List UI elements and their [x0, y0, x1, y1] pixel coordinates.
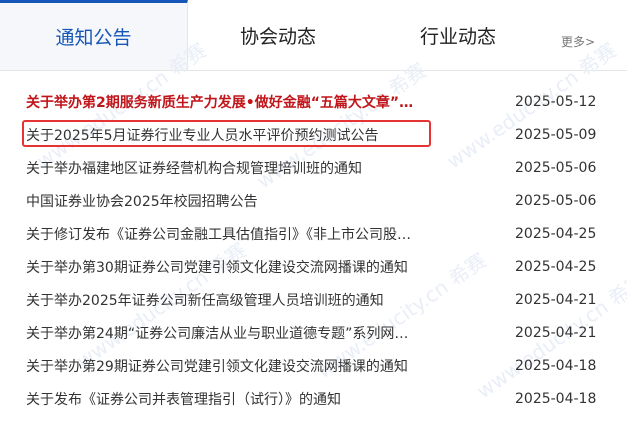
tab-bar: 通知公告 协会动态 行业动态 更多> [0, 0, 627, 71]
list-item: 关于修订发布《证券公司金融工具估值指引》《非上市公司股… 2025-04-25 [0, 216, 627, 252]
list-item: 关于举办第30期证券公司党建引领文化建设交流网播课的通知 2025-04-25 [0, 249, 627, 285]
notice-date: 2025-05-06 [515, 160, 597, 176]
list-item: 中国证券业协会2025年校园招聘公告 2025-05-06 [0, 183, 627, 219]
more-link[interactable]: 更多> [561, 33, 595, 50]
list-item: 关于举办第24期“证券公司廉洁从业与职业道德专题”系列网… 2025-04-21 [0, 315, 627, 351]
notice-title[interactable]: 关于举办2025年证券公司新任高级管理人员培训班的通知 [26, 290, 466, 310]
notice-date: 2025-04-25 [515, 259, 597, 275]
notice-date: 2025-05-06 [515, 193, 597, 209]
list-item: 关于举办2025年证券公司新任高级管理人员培训班的通知 2025-04-21 [0, 282, 627, 318]
notice-title[interactable]: 关于举办第29期证券公司党建引领文化建设交流网播课的通知 [26, 356, 466, 376]
list-item: 关于举办第29期证券公司党建引领文化建设交流网播课的通知 2025-04-18 [0, 348, 627, 384]
notice-title[interactable]: 关于举办第30期证券公司党建引领文化建设交流网播课的通知 [26, 257, 466, 277]
notice-title[interactable]: 中国证券业协会2025年校园招聘公告 [26, 191, 466, 211]
notice-title[interactable]: 关于发布《证券公司并表管理指引（试行）》的通知 [26, 389, 466, 409]
notice-date: 2025-04-21 [515, 292, 597, 308]
notice-date: 2025-05-09 [515, 127, 597, 143]
list-item: 关于举办福建地区证券经营机构合规管理培训班的通知 2025-05-06 [0, 150, 627, 186]
notice-date: 2025-04-18 [515, 391, 597, 407]
notice-date: 2025-05-12 [515, 94, 597, 110]
notice-date: 2025-04-21 [515, 325, 597, 341]
notice-date: 2025-04-25 [515, 226, 597, 242]
notice-title[interactable]: 关于举办福建地区证券经营机构合规管理培训班的通知 [26, 158, 466, 178]
notice-title[interactable]: 关于举办第24期“证券公司廉洁从业与职业道德专题”系列网… [26, 323, 466, 343]
notice-title[interactable]: 关于举办第2期服务新质生产力发展•做好金融“五篇大文章”… [26, 92, 466, 112]
tab-notices[interactable]: 通知公告 [0, 0, 188, 70]
highlight-box [22, 120, 431, 147]
list-item: 关于发布《证券公司并表管理指引（试行）》的通知 2025-04-18 [0, 381, 627, 417]
notice-date: 2025-04-18 [515, 358, 597, 374]
list-item: 关于举办第2期服务新质生产力发展•做好金融“五篇大文章”… 2025-05-12 [0, 84, 627, 120]
tab-association-news[interactable]: 协会动态 [188, 0, 368, 70]
notice-title[interactable]: 关于修订发布《证券公司金融工具估值指引》《非上市公司股… [26, 224, 466, 244]
tab-industry-news[interactable]: 行业动态 [368, 0, 548, 70]
